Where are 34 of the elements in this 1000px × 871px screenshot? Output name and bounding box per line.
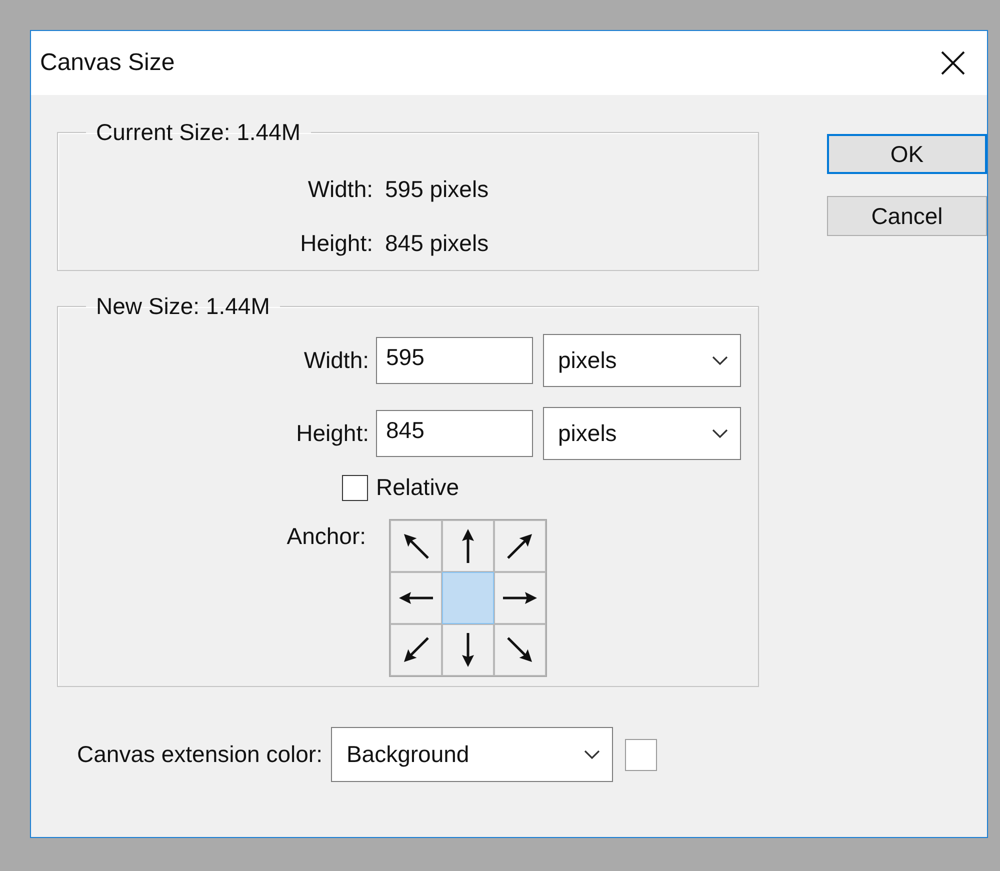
unit-dropdown[interactable]: pixels <box>543 334 741 387</box>
size-label: Height: <box>299 230 373 256</box>
close-icon[interactable] <box>941 51 965 75</box>
anchor-label: Anchor: <box>286 523 366 551</box>
anchor-cell[interactable] <box>494 572 546 624</box>
color-swatch[interactable] <box>625 738 658 770</box>
size-value: 595 pixels <box>385 176 489 202</box>
anchor-cell[interactable] <box>390 572 442 624</box>
field-label: Width: <box>302 347 369 374</box>
anchor-cell[interactable] <box>494 624 546 676</box>
unit-dropdown[interactable]: pixels <box>543 407 741 460</box>
extension-color-dropdown[interactable]: Background <box>331 727 614 782</box>
anchor-cell[interactable] <box>442 572 494 624</box>
chevron-down-icon <box>712 356 728 366</box>
anchor-cell[interactable] <box>494 520 546 572</box>
window-title: Canvas Size <box>40 49 175 77</box>
size-value: 845 pixels <box>385 230 489 256</box>
group-legend: Current Size: 1.44M <box>86 119 311 146</box>
chevron-down-icon <box>584 750 600 760</box>
anchor-cell[interactable] <box>442 520 494 572</box>
dialog-button[interactable]: OK <box>827 134 987 174</box>
relative-checkbox[interactable] <box>342 474 368 500</box>
dialog-button[interactable]: Cancel <box>827 196 987 236</box>
chevron-down-icon <box>712 428 728 438</box>
extension-color-label: Canvas extension color: <box>77 741 322 768</box>
size-label: Width: <box>306 176 373 202</box>
checkbox-label[interactable]: Relative <box>376 474 460 501</box>
group-legend: New Size: 1.44M <box>86 293 280 320</box>
anchor-cell[interactable] <box>390 520 442 572</box>
input-field[interactable]: 595 <box>376 337 533 384</box>
anchor-cell[interactable] <box>390 624 442 676</box>
field-label: Height: <box>295 420 369 447</box>
input-field[interactable]: 845 <box>376 410 533 457</box>
anchor-cell[interactable] <box>442 624 494 676</box>
